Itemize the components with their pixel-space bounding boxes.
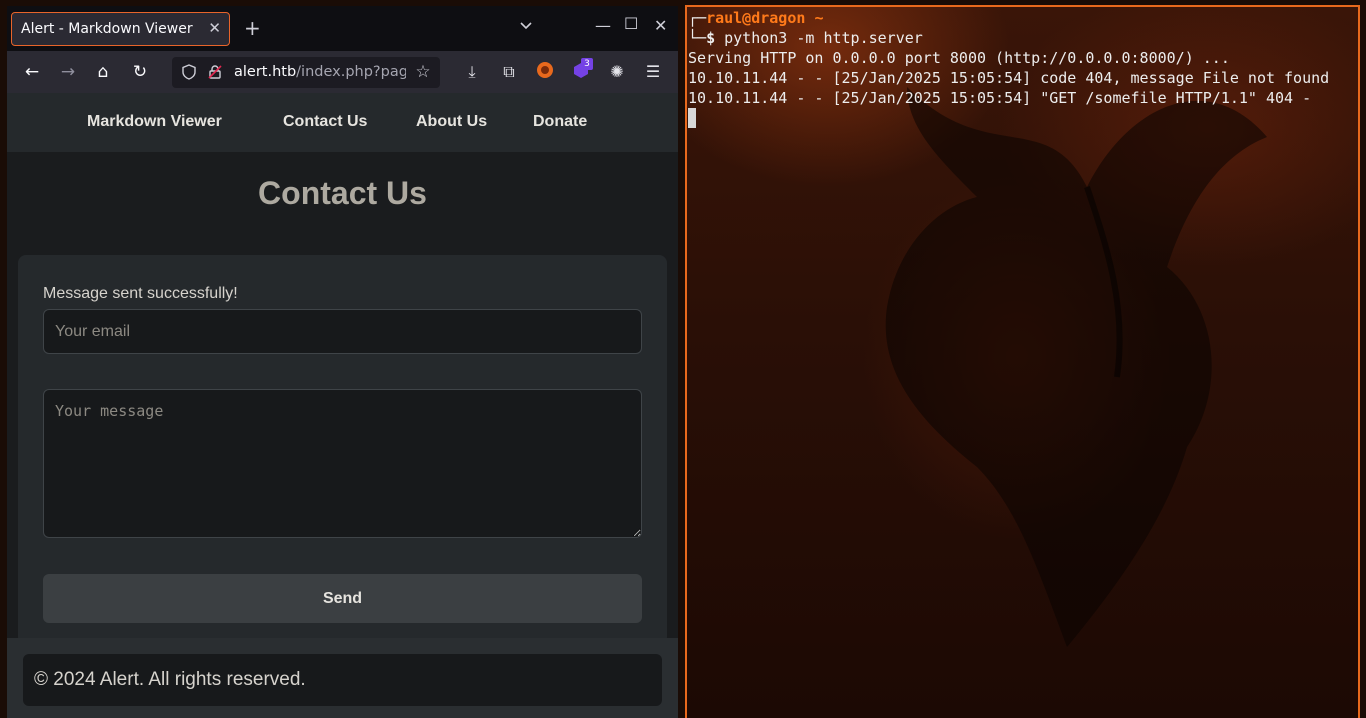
prompt-symbol: $ bbox=[706, 29, 716, 47]
web-page: Markdown Viewer Contact Us About Us Dona… bbox=[7, 93, 678, 718]
new-tab-icon[interactable]: + bbox=[244, 16, 261, 40]
hamburger-menu-icon[interactable]: ☰ bbox=[642, 61, 664, 83]
url-bar[interactable]: alert.htb/index.php?page=contact ☆ bbox=[172, 57, 440, 88]
navigation-toolbar: ← → ⌂ ↻ alert.htb/index.php?page=contact… bbox=[7, 51, 678, 93]
chevron-down-icon[interactable] bbox=[519, 18, 533, 32]
email-field[interactable] bbox=[43, 309, 642, 354]
prompt-user: raul@dragon bbox=[706, 9, 806, 27]
fox-icon bbox=[537, 62, 553, 78]
url-text[interactable]: alert.htb/index.php?page=contact bbox=[234, 64, 406, 80]
browser-window: Alert - Markdown Viewer ✕ + — ☐ ✕ ← → ⌂ … bbox=[7, 6, 678, 718]
url-domain: alert.htb bbox=[234, 64, 297, 80]
terminal-command: python3 -m http.server bbox=[724, 29, 923, 47]
active-tab[interactable]: Alert - Markdown Viewer ✕ bbox=[11, 12, 230, 46]
forward-icon[interactable]: → bbox=[56, 60, 80, 84]
extension-fox-icon[interactable] bbox=[534, 61, 556, 83]
nav-link-markdown-viewer[interactable]: Markdown Viewer bbox=[87, 113, 222, 131]
send-button[interactable]: Send bbox=[43, 574, 642, 623]
home-icon[interactable]: ⌂ bbox=[91, 60, 115, 84]
prompt-corner-icon: ┌─ bbox=[688, 9, 707, 27]
footer-text: © 2024 Alert. All rights reserved. bbox=[34, 669, 306, 690]
dragon-wallpaper bbox=[885, 87, 1267, 647]
contact-form-card: Message sent successfully! Send bbox=[18, 255, 667, 645]
bookmark-star-icon[interactable]: ☆ bbox=[415, 64, 431, 81]
page-title: Contact Us bbox=[258, 175, 427, 211]
downloads-icon[interactable]: ⤓ bbox=[461, 61, 483, 83]
shield-icon[interactable] bbox=[181, 64, 197, 80]
prompt-branch-icon: └─ bbox=[688, 29, 707, 47]
cookie-icon[interactable]: ✺ bbox=[606, 61, 628, 83]
tab-title: Alert - Markdown Viewer bbox=[21, 21, 193, 37]
url-path: /index.php?page=contact bbox=[296, 64, 406, 80]
terminal-output-line: 10.10.11.44 - - [25/Jan/2025 15:05:54] c… bbox=[688, 69, 1330, 87]
tab-bar: Alert - Markdown Viewer ✕ + — ☐ ✕ bbox=[7, 6, 678, 51]
window-close-icon[interactable]: ✕ bbox=[654, 16, 667, 35]
minimize-icon[interactable]: — bbox=[595, 16, 611, 35]
nav-link-donate[interactable]: Donate bbox=[533, 113, 587, 131]
message-field[interactable] bbox=[43, 389, 642, 538]
nav-link-about-us[interactable]: About Us bbox=[416, 113, 487, 131]
reload-icon[interactable]: ↻ bbox=[128, 60, 152, 84]
terminal-output-line: Serving HTTP on 0.0.0.0 port 8000 (http:… bbox=[688, 49, 1230, 67]
nav-link-contact-us[interactable]: Contact Us bbox=[283, 113, 367, 131]
extension-badge: 3 bbox=[581, 58, 593, 70]
site-navigation: Markdown Viewer Contact Us About Us Dona… bbox=[7, 93, 678, 152]
prompt-dir: ~ bbox=[814, 9, 824, 27]
footer: © 2024 Alert. All rights reserved. bbox=[23, 654, 662, 706]
maximize-icon[interactable]: ☐ bbox=[624, 14, 638, 33]
terminal-output-line: 10.10.11.44 - - [25/Jan/2025 15:05:54] "… bbox=[688, 89, 1312, 107]
prompt-line-1: ┌─raul@dragon ~ bbox=[688, 8, 823, 28]
tab-close-icon[interactable]: ✕ bbox=[208, 19, 221, 37]
extensions-icon[interactable]: ⧉ bbox=[498, 61, 520, 83]
prompt-line-2: └─$ python3 -m http.server bbox=[688, 28, 923, 48]
insecure-lock-icon[interactable] bbox=[207, 64, 223, 80]
success-message: Message sent successfully! bbox=[43, 285, 238, 302]
terminal-cursor bbox=[688, 108, 696, 128]
back-icon[interactable]: ← bbox=[20, 60, 44, 84]
terminal-window[interactable]: ┌─raul@dragon ~ └─$ python3 -m http.serv… bbox=[685, 5, 1360, 718]
